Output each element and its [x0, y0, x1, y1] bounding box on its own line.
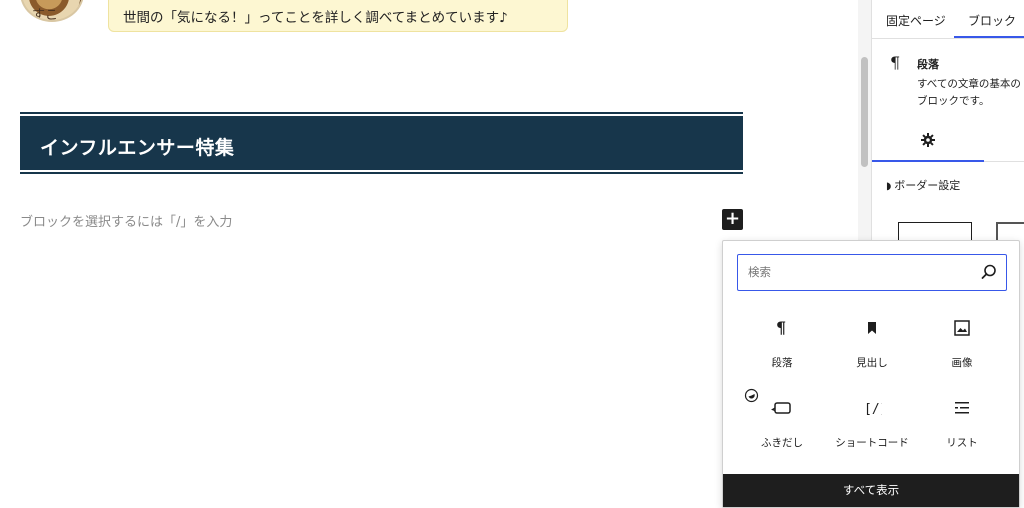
block-item-label: ふきだし — [761, 437, 803, 449]
heading-text[interactable]: インフルエンサー特集 — [20, 116, 743, 170]
block-item-list[interactable]: リスト — [917, 391, 1007, 457]
editor-scrollbar-thumb[interactable] — [861, 57, 868, 167]
block-item-label: リスト — [946, 437, 978, 449]
settings-tab-indicator — [872, 160, 984, 162]
tab-page[interactable]: 固定ページ — [886, 12, 946, 29]
active-tab-indicator — [954, 36, 1024, 38]
sidebar-tabs: 固定ページ ブロック — [872, 0, 1024, 39]
show-all-button[interactable]: すべて表示 — [723, 474, 1019, 507]
block-item-paragraph[interactable]: ¶ 段落 — [737, 311, 827, 377]
heading-block[interactable]: インフルエンサー特集 — [20, 112, 743, 174]
block-settings-tabs — [872, 124, 1024, 162]
block-card-title: 段落 — [917, 58, 939, 71]
heading-top-rule — [20, 112, 743, 114]
empty-block-placeholder[interactable]: ブロックを選択するには「/」を入力 — [20, 211, 232, 230]
block-inserter-toggle-button[interactable]: + — [722, 209, 743, 230]
block-card: ¶ 段落 すべての文章の基本のブロックです。 — [872, 40, 1024, 120]
avatar-text: すこ — [32, 8, 59, 22]
svg-text:[/]: [/] — [864, 402, 882, 417]
heading-bottom-rule — [20, 172, 743, 174]
block-item-label: 画像 — [951, 357, 973, 369]
block-search — [737, 254, 1007, 291]
plugin-badge-icon — [744, 388, 759, 403]
block-item-image[interactable]: 画像 — [917, 311, 1007, 377]
half-circle-icon: ◗ — [886, 181, 892, 192]
paragraph-icon: ¶ — [737, 317, 827, 341]
speech-bubble-text: 世間の「気になる！」ってことを詳しく調べてまとめています♪ — [123, 10, 508, 26]
block-card-description: すべての文章の基本のブロックです。 — [917, 78, 1021, 107]
search-icon[interactable] — [980, 263, 998, 281]
shortcode-icon: [/] — [827, 397, 917, 421]
block-item-heading[interactable]: 見出し — [827, 311, 917, 377]
block-item-label: 見出し — [856, 357, 888, 369]
block-search-input[interactable] — [738, 255, 968, 289]
block-item-label: 段落 — [771, 357, 793, 369]
list-icon — [917, 397, 1007, 421]
author-avatar: すこ — [20, 0, 84, 22]
paragraph-icon: ¶ — [890, 53, 901, 72]
tab-block[interactable]: ブロック — [968, 12, 1016, 29]
image-icon — [917, 317, 1007, 341]
speech-bubble-block[interactable]: 世間の「気になる！」ってことを詳しく調べてまとめています♪ — [108, 0, 568, 32]
block-item-label: ショートコード — [835, 437, 909, 449]
svg-text:¶: ¶ — [776, 319, 786, 337]
block-item-shortcode[interactable]: [/] ショートコード — [827, 391, 917, 457]
border-setting-label: ボーダー設定 — [894, 179, 961, 192]
bookmark-icon — [827, 317, 917, 341]
border-setting-panel-header[interactable]: ◗ ボーダー設定 — [886, 177, 960, 193]
block-inserter-popover: ¶ 段落 見出し 画像 ふきだし [/] ショートコード — [722, 240, 1020, 508]
gear-icon[interactable] — [920, 132, 936, 152]
